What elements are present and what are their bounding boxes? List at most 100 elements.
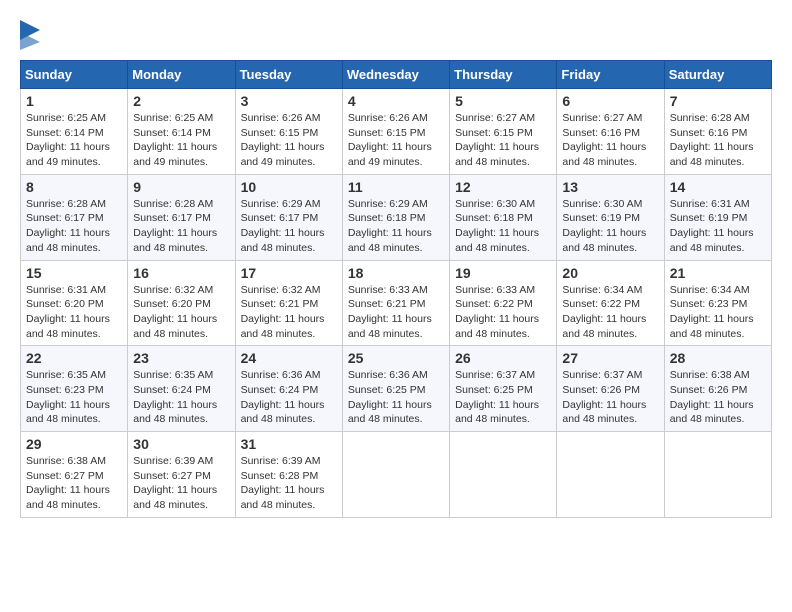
calendar-header-friday: Friday: [557, 61, 664, 89]
day-number: 15: [26, 265, 122, 281]
day-number: 30: [133, 436, 229, 452]
day-info: Sunrise: 6:37 AM Sunset: 6:26 PM Dayligh…: [562, 368, 658, 427]
day-info: Sunrise: 6:27 AM Sunset: 6:16 PM Dayligh…: [562, 111, 658, 170]
calendar-week-3: 15 Sunrise: 6:31 AM Sunset: 6:20 PM Dayl…: [21, 260, 772, 346]
logo: [20, 20, 44, 50]
calendar-table: SundayMondayTuesdayWednesdayThursdayFrid…: [20, 60, 772, 518]
day-number: 25: [348, 350, 444, 366]
day-number: 6: [562, 93, 658, 109]
calendar-cell: 31 Sunrise: 6:39 AM Sunset: 6:28 PM Dayl…: [235, 432, 342, 518]
calendar-cell: 5 Sunrise: 6:27 AM Sunset: 6:15 PM Dayli…: [450, 89, 557, 175]
day-info: Sunrise: 6:25 AM Sunset: 6:14 PM Dayligh…: [133, 111, 229, 170]
day-info: Sunrise: 6:25 AM Sunset: 6:14 PM Dayligh…: [26, 111, 122, 170]
calendar-week-5: 29 Sunrise: 6:38 AM Sunset: 6:27 PM Dayl…: [21, 432, 772, 518]
calendar-cell: 8 Sunrise: 6:28 AM Sunset: 6:17 PM Dayli…: [21, 174, 128, 260]
calendar-cell: 22 Sunrise: 6:35 AM Sunset: 6:23 PM Dayl…: [21, 346, 128, 432]
day-info: Sunrise: 6:28 AM Sunset: 6:16 PM Dayligh…: [670, 111, 766, 170]
day-info: Sunrise: 6:32 AM Sunset: 6:20 PM Dayligh…: [133, 283, 229, 342]
day-number: 20: [562, 265, 658, 281]
calendar-cell: 21 Sunrise: 6:34 AM Sunset: 6:23 PM Dayl…: [664, 260, 771, 346]
day-number: 8: [26, 179, 122, 195]
calendar-cell: 9 Sunrise: 6:28 AM Sunset: 6:17 PM Dayli…: [128, 174, 235, 260]
day-info: Sunrise: 6:30 AM Sunset: 6:18 PM Dayligh…: [455, 197, 551, 256]
day-info: Sunrise: 6:35 AM Sunset: 6:23 PM Dayligh…: [26, 368, 122, 427]
day-number: 21: [670, 265, 766, 281]
day-number: 2: [133, 93, 229, 109]
calendar-cell: 1 Sunrise: 6:25 AM Sunset: 6:14 PM Dayli…: [21, 89, 128, 175]
day-info: Sunrise: 6:37 AM Sunset: 6:25 PM Dayligh…: [455, 368, 551, 427]
calendar-header-monday: Monday: [128, 61, 235, 89]
calendar-cell: 26 Sunrise: 6:37 AM Sunset: 6:25 PM Dayl…: [450, 346, 557, 432]
day-number: 14: [670, 179, 766, 195]
calendar-cell: 18 Sunrise: 6:33 AM Sunset: 6:21 PM Dayl…: [342, 260, 449, 346]
calendar-cell: 14 Sunrise: 6:31 AM Sunset: 6:19 PM Dayl…: [664, 174, 771, 260]
day-info: Sunrise: 6:32 AM Sunset: 6:21 PM Dayligh…: [241, 283, 337, 342]
day-info: Sunrise: 6:31 AM Sunset: 6:20 PM Dayligh…: [26, 283, 122, 342]
logo-icon: [20, 20, 40, 50]
day-info: Sunrise: 6:29 AM Sunset: 6:17 PM Dayligh…: [241, 197, 337, 256]
calendar-cell: 3 Sunrise: 6:26 AM Sunset: 6:15 PM Dayli…: [235, 89, 342, 175]
day-number: 3: [241, 93, 337, 109]
calendar-cell: 20 Sunrise: 6:34 AM Sunset: 6:22 PM Dayl…: [557, 260, 664, 346]
day-number: 11: [348, 179, 444, 195]
day-number: 13: [562, 179, 658, 195]
calendar-cell: 25 Sunrise: 6:36 AM Sunset: 6:25 PM Dayl…: [342, 346, 449, 432]
day-number: 18: [348, 265, 444, 281]
calendar-cell: 28 Sunrise: 6:38 AM Sunset: 6:26 PM Dayl…: [664, 346, 771, 432]
day-info: Sunrise: 6:34 AM Sunset: 6:23 PM Dayligh…: [670, 283, 766, 342]
calendar-cell: 4 Sunrise: 6:26 AM Sunset: 6:15 PM Dayli…: [342, 89, 449, 175]
day-number: 17: [241, 265, 337, 281]
day-info: Sunrise: 6:33 AM Sunset: 6:22 PM Dayligh…: [455, 283, 551, 342]
calendar-week-4: 22 Sunrise: 6:35 AM Sunset: 6:23 PM Dayl…: [21, 346, 772, 432]
day-info: Sunrise: 6:26 AM Sunset: 6:15 PM Dayligh…: [241, 111, 337, 170]
day-info: Sunrise: 6:30 AM Sunset: 6:19 PM Dayligh…: [562, 197, 658, 256]
day-number: 24: [241, 350, 337, 366]
day-number: 22: [26, 350, 122, 366]
calendar-cell: 16 Sunrise: 6:32 AM Sunset: 6:20 PM Dayl…: [128, 260, 235, 346]
calendar-cell: [450, 432, 557, 518]
calendar-cell: 13 Sunrise: 6:30 AM Sunset: 6:19 PM Dayl…: [557, 174, 664, 260]
day-info: Sunrise: 6:39 AM Sunset: 6:28 PM Dayligh…: [241, 454, 337, 513]
day-number: 27: [562, 350, 658, 366]
calendar-cell: [664, 432, 771, 518]
calendar-cell: 6 Sunrise: 6:27 AM Sunset: 6:16 PM Dayli…: [557, 89, 664, 175]
day-info: Sunrise: 6:38 AM Sunset: 6:26 PM Dayligh…: [670, 368, 766, 427]
calendar-cell: 19 Sunrise: 6:33 AM Sunset: 6:22 PM Dayl…: [450, 260, 557, 346]
calendar-cell: 30 Sunrise: 6:39 AM Sunset: 6:27 PM Dayl…: [128, 432, 235, 518]
day-info: Sunrise: 6:38 AM Sunset: 6:27 PM Dayligh…: [26, 454, 122, 513]
day-info: Sunrise: 6:29 AM Sunset: 6:18 PM Dayligh…: [348, 197, 444, 256]
calendar-header-saturday: Saturday: [664, 61, 771, 89]
calendar-cell: 11 Sunrise: 6:29 AM Sunset: 6:18 PM Dayl…: [342, 174, 449, 260]
day-info: Sunrise: 6:28 AM Sunset: 6:17 PM Dayligh…: [26, 197, 122, 256]
day-number: 31: [241, 436, 337, 452]
calendar-cell: 17 Sunrise: 6:32 AM Sunset: 6:21 PM Dayl…: [235, 260, 342, 346]
day-number: 16: [133, 265, 229, 281]
day-number: 10: [241, 179, 337, 195]
calendar-cell: 15 Sunrise: 6:31 AM Sunset: 6:20 PM Dayl…: [21, 260, 128, 346]
calendar-cell: [557, 432, 664, 518]
page-header: [20, 20, 772, 50]
calendar-cell: [342, 432, 449, 518]
calendar-cell: 2 Sunrise: 6:25 AM Sunset: 6:14 PM Dayli…: [128, 89, 235, 175]
day-number: 9: [133, 179, 229, 195]
calendar-header-thursday: Thursday: [450, 61, 557, 89]
day-number: 4: [348, 93, 444, 109]
calendar-header-sunday: Sunday: [21, 61, 128, 89]
day-number: 5: [455, 93, 551, 109]
day-number: 19: [455, 265, 551, 281]
calendar-week-1: 1 Sunrise: 6:25 AM Sunset: 6:14 PM Dayli…: [21, 89, 772, 175]
day-number: 29: [26, 436, 122, 452]
day-info: Sunrise: 6:28 AM Sunset: 6:17 PM Dayligh…: [133, 197, 229, 256]
day-info: Sunrise: 6:35 AM Sunset: 6:24 PM Dayligh…: [133, 368, 229, 427]
calendar-cell: 27 Sunrise: 6:37 AM Sunset: 6:26 PM Dayl…: [557, 346, 664, 432]
calendar-cell: 23 Sunrise: 6:35 AM Sunset: 6:24 PM Dayl…: [128, 346, 235, 432]
day-number: 7: [670, 93, 766, 109]
calendar-cell: 7 Sunrise: 6:28 AM Sunset: 6:16 PM Dayli…: [664, 89, 771, 175]
day-info: Sunrise: 6:34 AM Sunset: 6:22 PM Dayligh…: [562, 283, 658, 342]
day-info: Sunrise: 6:36 AM Sunset: 6:24 PM Dayligh…: [241, 368, 337, 427]
day-info: Sunrise: 6:33 AM Sunset: 6:21 PM Dayligh…: [348, 283, 444, 342]
calendar-week-2: 8 Sunrise: 6:28 AM Sunset: 6:17 PM Dayli…: [21, 174, 772, 260]
calendar-cell: 24 Sunrise: 6:36 AM Sunset: 6:24 PM Dayl…: [235, 346, 342, 432]
day-info: Sunrise: 6:26 AM Sunset: 6:15 PM Dayligh…: [348, 111, 444, 170]
day-number: 26: [455, 350, 551, 366]
